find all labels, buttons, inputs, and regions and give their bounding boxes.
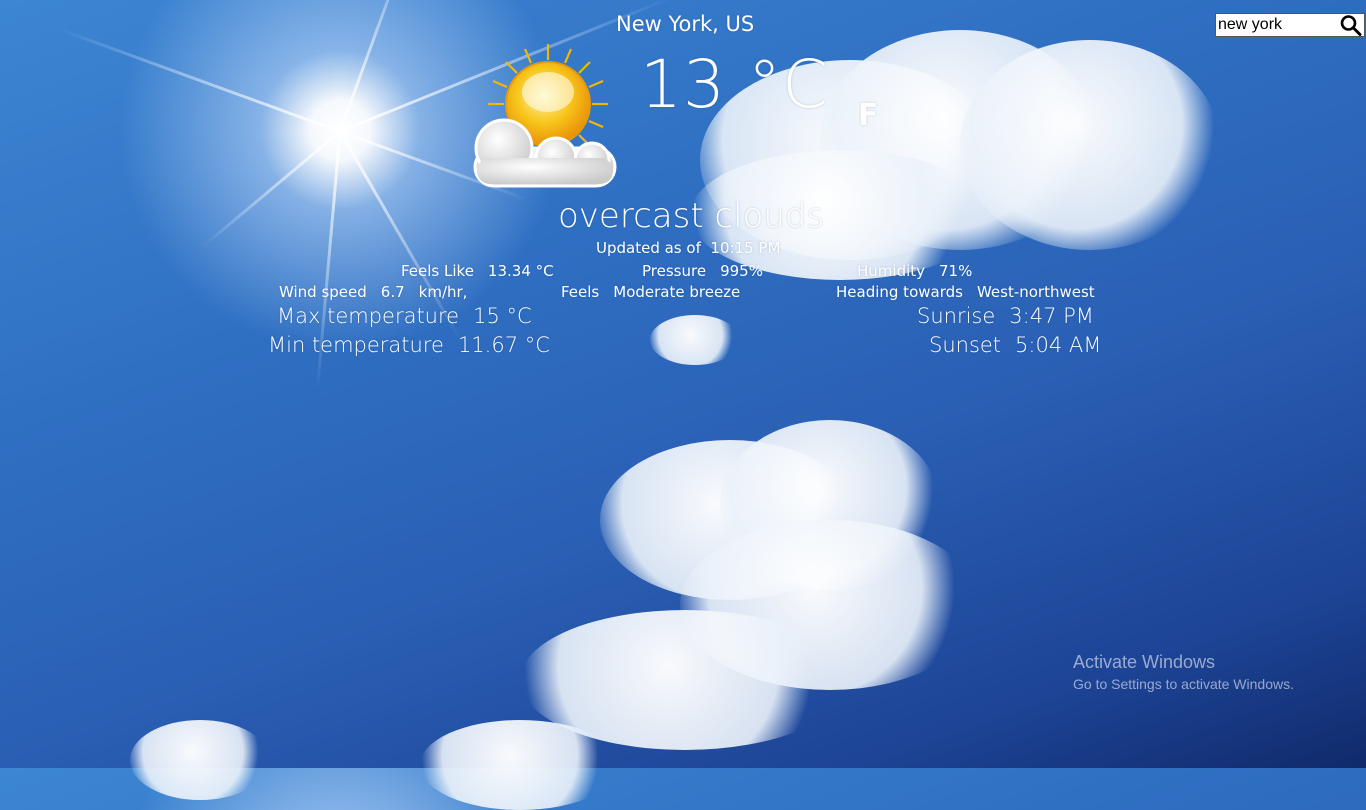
max-temperature-value: 15 °C: [473, 304, 532, 328]
sunset-label: Sunset: [929, 333, 1002, 357]
pressure-value: 995%: [720, 262, 763, 280]
min-temperature-value: 11.67 °C: [457, 333, 550, 357]
search-icon: [1340, 15, 1362, 36]
max-temperature-label: Max temperature: [277, 304, 460, 328]
min-temperature-label: Min temperature: [268, 333, 444, 357]
wind-heading-label: Heading towards: [836, 283, 963, 301]
wind-speed: Wind speed 6.7 km/hr,: [279, 283, 467, 301]
max-temperature: Max temperature 15 °C: [277, 304, 532, 328]
location-label: New York, US: [616, 12, 755, 36]
wind-feels-label: Feels: [561, 283, 600, 301]
feels-like-label: Feels Like: [401, 262, 474, 280]
wind-heading: Heading towards West-northwest: [836, 283, 1095, 301]
wind-feels: Feels Moderate breeze: [561, 283, 740, 301]
sunset-value: 5:04 AM: [1015, 333, 1102, 357]
updated-value: 10:15 PM: [710, 239, 781, 257]
wind-heading-value: West-northwest: [976, 283, 1095, 301]
sunrise-value: 3:47 PM: [1009, 304, 1094, 328]
search-input[interactable]: [1218, 15, 1336, 35]
wind-speed-label: Wind speed: [279, 283, 367, 301]
sunrise-label: Sunrise: [917, 304, 996, 328]
wind-speed-unit: km/hr,: [418, 283, 468, 301]
pressure-label: Pressure: [642, 262, 707, 280]
pressure: Pressure 995%: [642, 262, 763, 280]
sun-behind-clouds-icon: [470, 40, 622, 192]
humidity: Humidity 71%: [857, 262, 972, 280]
updated-time: Updated as of 10:15 PM: [596, 239, 780, 257]
search-box: [1215, 13, 1365, 37]
search-button[interactable]: [1339, 14, 1363, 36]
weather-condition: overcast clouds: [558, 196, 825, 236]
humidity-value: 71%: [939, 262, 973, 280]
activate-windows-subtitle: Go to Settings to activate Windows.: [1073, 676, 1294, 692]
feels-like: Feels Like 13.34 °C: [401, 262, 554, 280]
wind-feels-value: Moderate breeze: [613, 283, 741, 301]
sunrise: Sunrise 3:47 PM: [917, 304, 1094, 328]
activate-windows-title: Activate Windows: [1073, 652, 1216, 672]
current-temperature: 13 °C: [640, 46, 830, 123]
sunset: Sunset 5:04 AM: [929, 333, 1101, 357]
updated-label: Updated as of: [596, 239, 701, 257]
fahrenheit-toggle[interactable]: F: [858, 98, 879, 133]
feels-like-value: 13.34 °C: [487, 262, 554, 280]
wind-speed-value: 6.7: [380, 283, 405, 301]
min-temperature: Min temperature 11.67 °C: [268, 333, 550, 357]
humidity-label: Humidity: [857, 262, 926, 280]
